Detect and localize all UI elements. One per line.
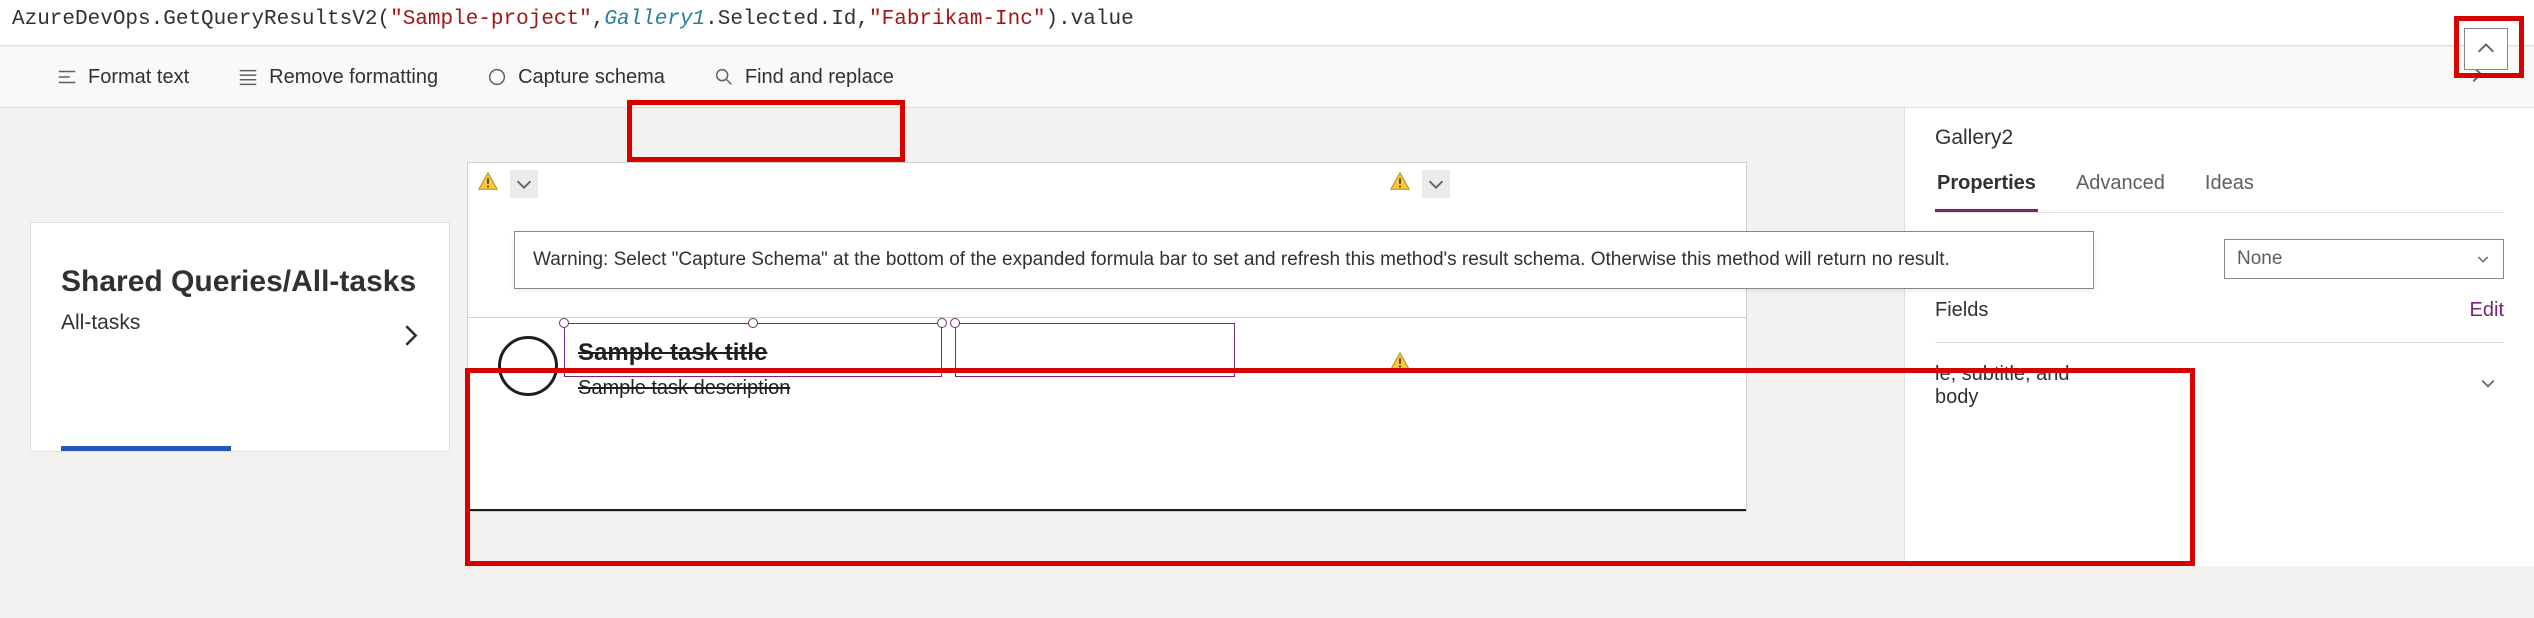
formula-arg1: "Sample-project" [390,8,592,31]
search-icon [713,66,735,88]
remove-formatting-label: Remove formatting [269,66,438,89]
control-menu-button[interactable] [510,170,538,198]
format-text-icon [56,66,78,88]
tab-properties[interactable]: Properties [1935,164,2038,212]
layout-dropdown[interactable] [2472,367,2504,405]
query-card-subtitle: All-tasks [61,311,419,335]
canvas[interactable]: Shared Queries/All-tasks All-tasks Sampl… [0,108,1904,566]
find-replace-button[interactable]: Find and replace [703,60,904,95]
warning-tooltip-text: Warning: Select "Capture Schema" at the … [533,249,1950,270]
tab-advanced[interactable]: Advanced [2074,164,2167,212]
chevron-right-icon [397,322,425,353]
properties-panel: Gallery2 Properties Advanced Ideas Data … [1904,108,2534,566]
formula-arg2a: Gallery1 [604,8,705,31]
remove-formatting-icon [237,66,259,88]
layout-label-b: body [1935,386,1978,408]
query-card-title: Shared Queries/All-tasks [61,263,419,301]
capture-schema-label: Capture schema [518,66,665,89]
fields-label: Fields [1935,299,1988,322]
query-card[interactable]: Shared Queries/All-tasks All-tasks [30,222,450,452]
format-text-label: Format text [88,66,189,89]
chevron-down-icon [2475,251,2491,267]
formula-text[interactable]: AzureDevOps.GetQueryResultsV2("Sample-pr… [0,0,2534,45]
data-source-dropdown[interactable]: None [2224,239,2504,279]
warning-icon [1389,170,1417,198]
format-text-button[interactable]: Format text [46,60,199,95]
capture-schema-icon [486,66,508,88]
control-menu-button[interactable] [1422,170,1450,198]
collapse-formula-bar-button[interactable] [2464,28,2508,70]
chevron-up-icon [2475,38,2497,60]
formula-arg3: "Fabrikam-Inc" [869,8,1045,31]
layout-label-a: le, subtitle, and [1935,363,2070,385]
selection-outline [955,323,1235,377]
formula-namespace: AzureDevOps [12,8,151,31]
tab-ideas[interactable]: Ideas [2203,164,2256,212]
capture-schema-button[interactable]: Capture schema [476,60,675,95]
find-replace-label: Find and replace [745,66,894,89]
remove-formatting-button[interactable]: Remove formatting [227,60,448,95]
formula-func: GetQueryResultsV2 [163,8,377,31]
warning-icon [1389,350,1417,378]
warning-icon [477,170,505,198]
warning-tooltip: Warning: Select "Capture Schema" at the … [514,231,2094,289]
edit-fields-link[interactable]: Edit [2470,299,2504,322]
formula-bar: AzureDevOps.GetQueryResultsV2("Sample-pr… [0,0,2534,46]
panel-control-name: Gallery2 [1935,126,2504,150]
gallery-preview[interactable]: Sample task title Sample task descriptio… [467,162,1747,512]
selection-outline [564,323,942,377]
data-source-value: None [2237,248,2282,270]
selected-indicator [61,446,231,451]
panel-tabs: Properties Advanced Ideas [1935,164,2504,213]
chevron-down-icon [2478,373,2498,393]
formula-action-bar: Format text Remove formatting Capture sc… [0,46,2534,108]
gallery-item-subtitle: Sample task description [578,377,790,400]
avatar-placeholder [498,336,558,396]
